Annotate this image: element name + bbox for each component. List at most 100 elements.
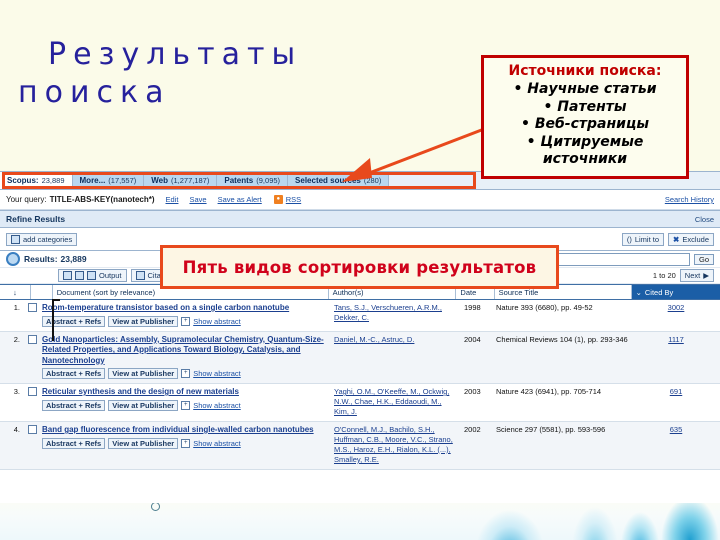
query-row: Your query: TITLE-ABS-KEY(nanotech*) Edi… — [0, 190, 720, 210]
tab-count: (9,095) — [256, 176, 281, 185]
expand-icon[interactable]: + — [181, 316, 191, 326]
cited-by-count-link[interactable]: 635 — [636, 425, 716, 434]
query-rss-link[interactable]: RSS — [286, 195, 301, 204]
source-title-cell: Science 297 (5581), pp. 593-596 — [496, 425, 606, 434]
tab-scopus[interactable]: Scopus: 23,889 — [0, 172, 73, 189]
refresh-icon — [6, 252, 20, 266]
row-actions: Abstract + Refs View at Publisher + Show… — [42, 399, 326, 411]
refine-close-link[interactable]: Close — [695, 215, 714, 224]
sort-arrow-icon[interactable]: ↓ — [0, 285, 31, 299]
authors-text: O'Connell, M.J., Bachilo, S.H., Huffman,… — [334, 425, 453, 464]
show-abstract-link[interactable]: Show abstract — [193, 439, 241, 448]
show-abstract-link[interactable]: Show abstract — [193, 317, 241, 326]
show-abstract-link[interactable]: Show abstract — [193, 369, 241, 378]
header-checkbox-cell — [31, 285, 53, 299]
table-row: 3. Reticular synthesis and the design of… — [0, 384, 720, 422]
date-cell: 2004 — [464, 334, 481, 344]
chevron-right-icon: ▶ — [703, 271, 709, 280]
view-at-publisher-button[interactable]: View at Publisher — [108, 437, 179, 449]
query-label: Your query: — [6, 195, 47, 204]
query-value: TITLE-ABS-KEY(nanotech*) — [49, 195, 155, 204]
page-title-line-1: Результаты — [48, 37, 303, 72]
query-edit-link[interactable]: Edit — [166, 195, 179, 204]
tab-count: (17,557) — [108, 176, 137, 185]
cited-by-count-link[interactable]: 3002 — [636, 303, 716, 312]
next-page-button[interactable]: Next ▶ — [679, 269, 714, 282]
view-at-publisher-button[interactable]: View at Publisher — [108, 368, 179, 379]
row-checkbox[interactable] — [28, 387, 37, 396]
tab-label: Web — [151, 176, 168, 185]
source-title-cell: Nature 423 (6941), pp. 705-714 — [496, 387, 602, 396]
source-title-cell: Nature 393 (6680), pp. 49-52 — [496, 303, 593, 312]
add-categories-button[interactable]: add categories — [6, 232, 78, 246]
cited-by-label: Cited By — [644, 287, 674, 297]
page-title: Результаты поиска — [18, 36, 302, 112]
sources-callout-item: • Научные статьи — [513, 81, 657, 97]
column-header-cited-by[interactable]: ⌄ Cited By — [631, 285, 720, 299]
tab-label: Patents — [224, 176, 254, 185]
rss-icon[interactable]: ● — [273, 195, 283, 204]
row-number: 1. — [13, 303, 20, 312]
date-cell: 2003 — [464, 387, 481, 396]
date-cell: 1998 — [464, 303, 481, 312]
expand-icon[interactable]: + — [181, 369, 191, 378]
scopus-results-screenshot: Scopus: 23,889 More... (17,557) Web (1,2… — [0, 171, 720, 503]
cited-by-count-link[interactable]: 691 — [636, 387, 716, 396]
row-checkbox[interactable] — [28, 303, 37, 312]
cited-by-count-link[interactable]: 1117 — [636, 335, 716, 344]
categories-icon — [11, 234, 20, 244]
table-row: 4. Band gap fluorescence from individual… — [0, 422, 720, 470]
search-history-link[interactable]: Search History — [665, 195, 714, 204]
chevron-down-icon: ⌄ — [635, 287, 642, 297]
page-title-line-2: поиска — [18, 75, 171, 110]
authors-cell[interactable]: Tans, S.J., Verschueren, A.R.M., Dekker,… — [330, 303, 460, 323]
limit-to-button[interactable]: () Limit to — [621, 232, 665, 246]
exclude-button[interactable]: ✖ Exclude — [668, 232, 714, 246]
tab-count: (1,277,187) — [170, 176, 210, 185]
add-categories-label: add categories — [23, 234, 73, 244]
view-at-publisher-button[interactable]: View at Publisher — [108, 315, 179, 327]
authors-text: Yaghi, O.M., O'Keeffe, M., Ockwig, N.W.,… — [334, 387, 450, 416]
search-within-input[interactable] — [553, 252, 690, 266]
abstract-refs-button[interactable]: Abstract + Refs — [42, 437, 106, 449]
tab-patents[interactable]: Patents (9,095) — [217, 172, 289, 189]
sort-callout-text: Пять видов сортировки результатов — [182, 257, 537, 277]
sources-callout-item: • Веб-страницы — [521, 116, 649, 132]
output-button[interactable]: Output — [58, 269, 127, 282]
close-icon: ✖ — [673, 234, 680, 244]
expand-icon[interactable]: + — [181, 400, 191, 410]
row-checkbox[interactable] — [28, 334, 37, 344]
document-title-link[interactable]: Band gap fluorescence from individual si… — [42, 425, 326, 436]
refine-results-title: Refine Results — [6, 214, 66, 224]
sources-callout-item: • Патенты — [543, 98, 627, 115]
authors-cell[interactable]: Yaghi, O.M., O'Keeffe, M., Ockwig, N.W.,… — [330, 387, 460, 417]
query-save-as-alert-link[interactable]: Save as Alert — [218, 195, 262, 204]
document-title-link[interactable]: Room-temperature transistor based on a s… — [42, 303, 326, 314]
tab-web[interactable]: Web (1,277,187) — [144, 172, 218, 189]
row-number: 2. — [13, 334, 20, 344]
date-cell: 2002 — [464, 425, 481, 434]
document-title-link[interactable]: Reticular synthesis and the design of ne… — [42, 387, 326, 398]
limit-to-icon: () — [626, 234, 632, 244]
tab-more[interactable]: More... (17,557) — [72, 172, 145, 189]
sources-callout-item: источники — [542, 151, 628, 167]
view-at-publisher-button[interactable]: View at Publisher — [108, 399, 179, 411]
query-save-link[interactable]: Save — [189, 195, 206, 204]
expand-icon[interactable]: + — [181, 438, 191, 448]
authors-cell[interactable]: O'Connell, M.J., Bachilo, S.H., Huffman,… — [330, 425, 460, 465]
decorative-ring-icon — [151, 502, 160, 511]
output-label: Output — [99, 271, 122, 280]
authors-cell[interactable]: Daniel, M.-C., Astruc, D. — [330, 335, 460, 345]
abstract-refs-button[interactable]: Abstract + Refs — [42, 399, 106, 411]
row-checkbox[interactable] — [28, 425, 37, 434]
limit-to-label: Limit to — [634, 234, 660, 244]
pagination: 1 to 20 Next ▶ — [653, 269, 714, 282]
show-abstract-link[interactable]: Show abstract — [193, 401, 241, 410]
document-title-link[interactable]: Gold Nanoparticles: Assembly, Supramolec… — [42, 335, 326, 367]
sort-callout: Пять видов сортировки результатов — [160, 245, 559, 289]
results-label: Results: — [24, 254, 58, 264]
abstract-refs-button[interactable]: Abstract + Refs — [42, 368, 106, 379]
callout-arrow-icon — [342, 124, 493, 182]
sources-callout-heading: Источники поиска: — [508, 63, 662, 79]
go-button[interactable]: Go — [693, 253, 714, 265]
